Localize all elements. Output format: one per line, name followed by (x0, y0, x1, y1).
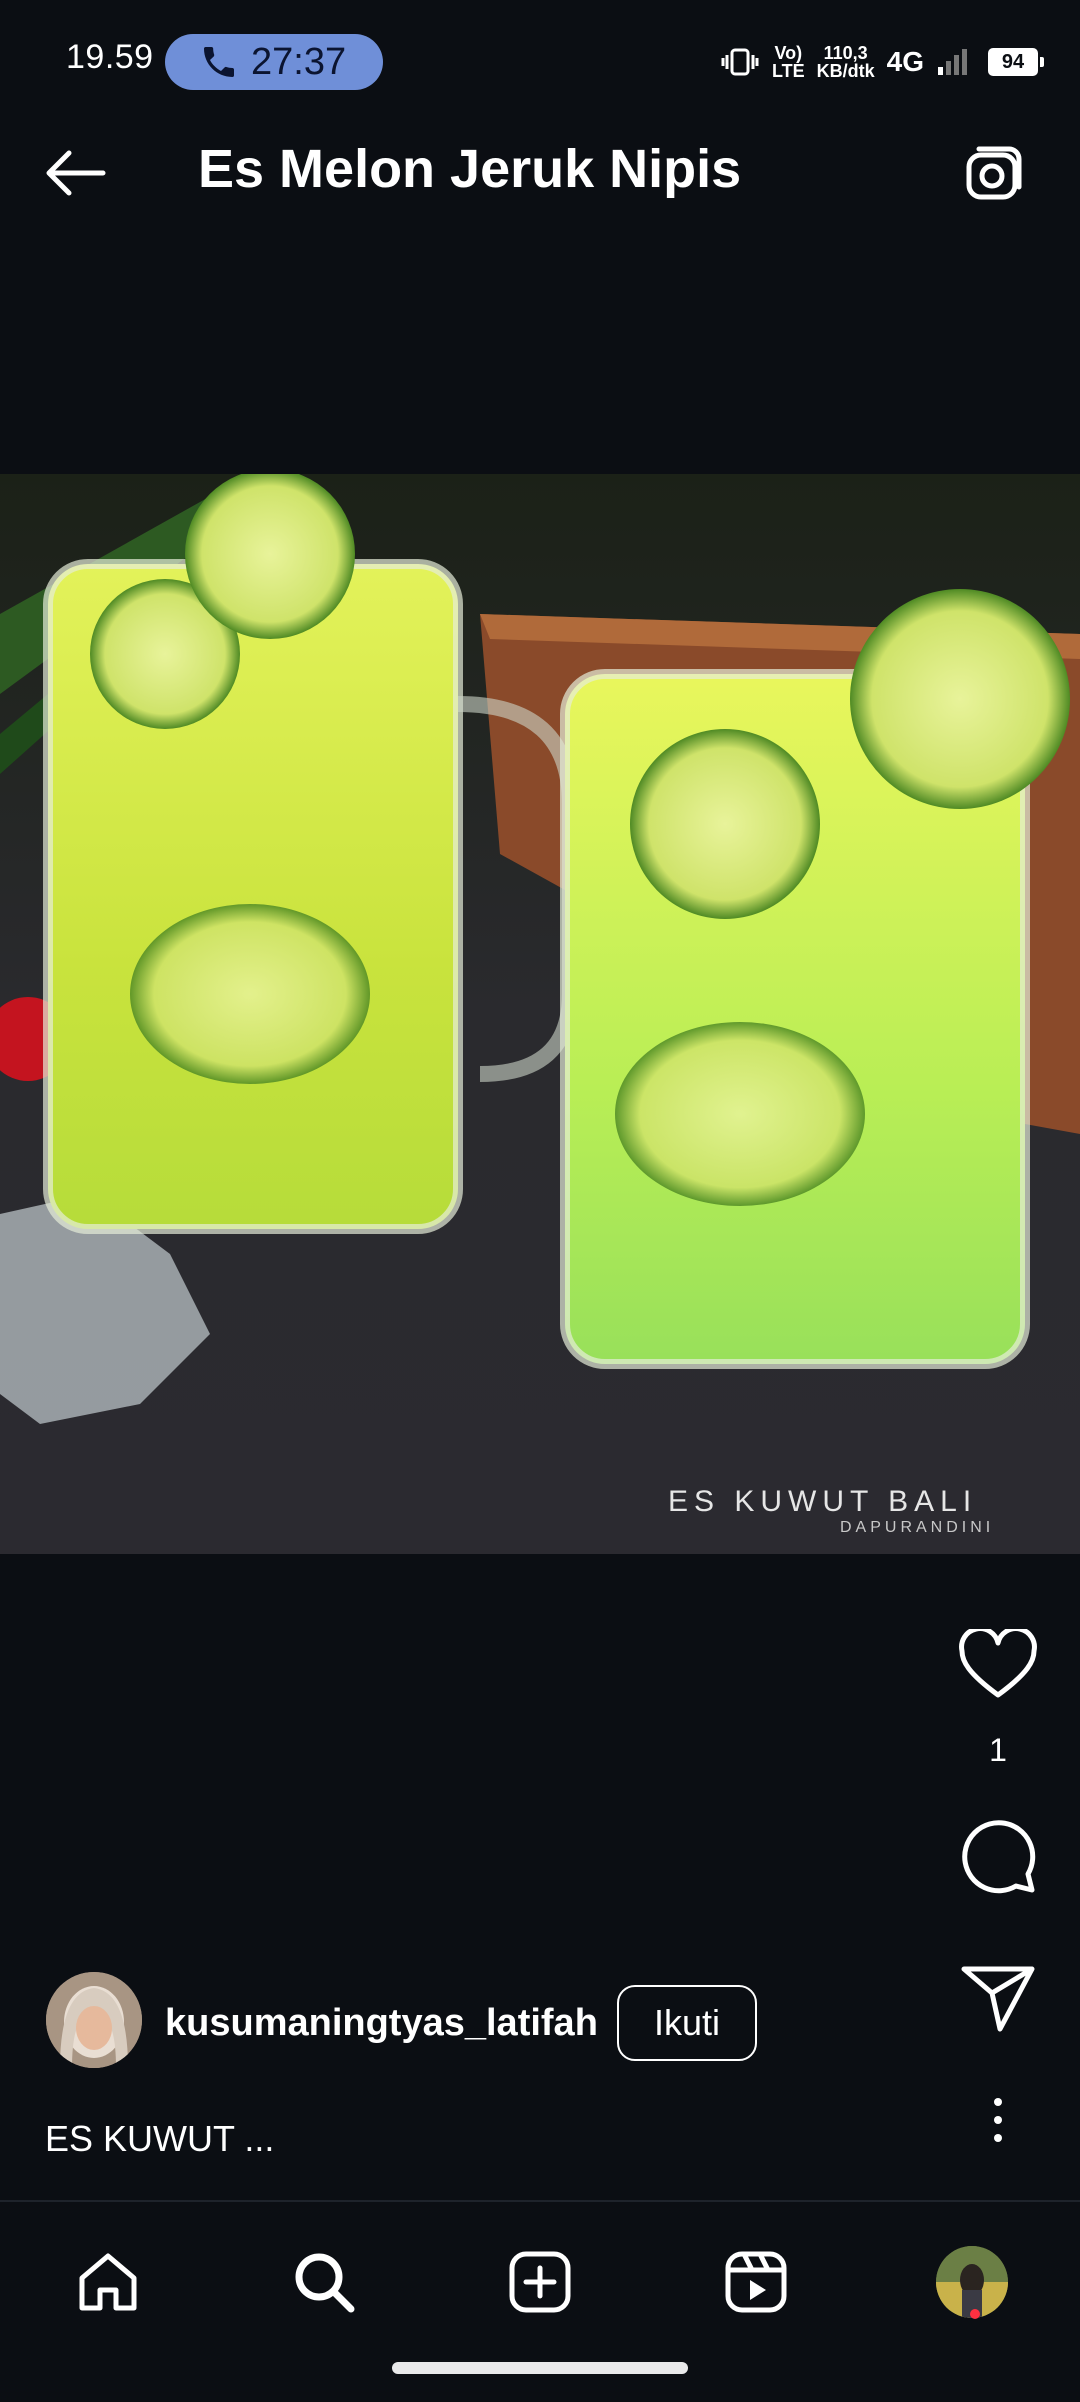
home-indicator[interactable] (392, 2362, 688, 2374)
network-type: 4G (886, 46, 924, 77)
author-avatar-image (46, 1972, 142, 2068)
call-timer: 27:37 (251, 40, 347, 83)
post-image[interactable] (0, 474, 1080, 1554)
image-watermark-sub: DAPURANDINI (840, 1519, 995, 1536)
battery-indicator: 94 (988, 48, 1044, 76)
nav-search[interactable] (274, 2232, 374, 2332)
paper-plane-icon (961, 1966, 1035, 2032)
more-options-button[interactable] (948, 2070, 1048, 2170)
follow-button[interactable]: Ikuti (617, 1985, 757, 2061)
phone-icon (204, 47, 234, 77)
reels-icon (725, 2251, 787, 2313)
signal-icon (938, 49, 967, 75)
network-speed: 110,3 KB/dtk (817, 44, 875, 80)
search-icon (295, 2253, 355, 2313)
notification-dot (970, 2309, 980, 2319)
more-vertical-icon (994, 2098, 1002, 2142)
profile-avatar-image (936, 2246, 1008, 2318)
share-button[interactable] (948, 1948, 1048, 2048)
heart-icon (959, 1629, 1037, 1698)
image-watermark: ES KUWUT BALI (668, 1485, 978, 1518)
status-indicators: Vo) LTE 110,3 KB/dtk 4G 94 (720, 38, 1044, 86)
create-icon (509, 2251, 571, 2313)
speed-unit: KB/dtk (816, 61, 875, 81)
arrow-left-icon (46, 150, 106, 196)
nav-home[interactable] (58, 2232, 158, 2332)
camera-button[interactable] (948, 128, 1038, 218)
home-icon (79, 2253, 137, 2311)
like-button[interactable] (948, 1615, 1048, 1715)
status-time: 19.59 (66, 38, 154, 76)
ongoing-call-pill[interactable]: 27:37 (165, 34, 383, 90)
profile-avatar (936, 2246, 1008, 2318)
status-bar: 19.59 27:37 Vo) LTE 110,3 KB/dtk 4G 94 (0, 0, 1080, 92)
nav-create[interactable] (490, 2232, 590, 2332)
comment-button[interactable] (948, 1806, 1048, 1906)
like-count[interactable]: 1 (948, 1732, 1048, 1769)
nav-reels[interactable] (706, 2232, 806, 2332)
drink-photo (0, 474, 1080, 1554)
speed-value: 110,3 (823, 43, 868, 63)
lte-label: LTE (771, 61, 805, 81)
post-caption[interactable]: ES KUWUT ... (45, 2118, 274, 2160)
back-button[interactable] (30, 128, 120, 218)
author-avatar[interactable] (46, 1972, 142, 2068)
volte-label: Vo) (774, 43, 803, 63)
volte-indicator: Vo) LTE (772, 44, 805, 80)
page-title: Es Melon Jeruk Nipis (198, 139, 742, 199)
author-username[interactable]: kusumaningtyas_latifah (165, 2002, 598, 2045)
vibrate-icon (721, 48, 759, 76)
camera-icon (966, 146, 1022, 200)
comment-icon (962, 1820, 1036, 1894)
